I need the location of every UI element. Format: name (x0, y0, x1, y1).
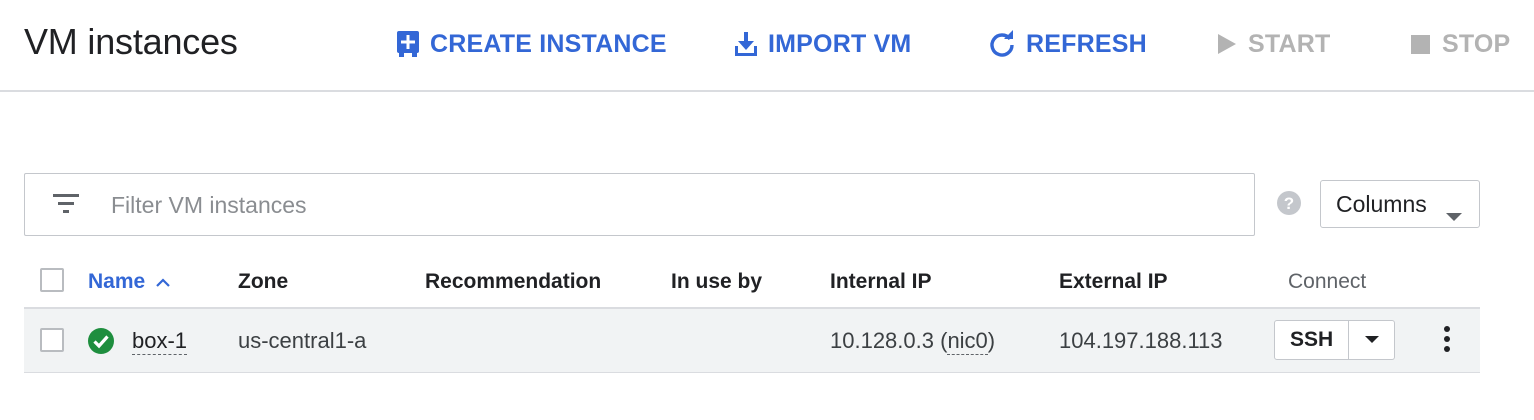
sort-ascending-icon (155, 270, 171, 294)
create-instance-button[interactable]: CREATE INSTANCE (396, 24, 667, 64)
nic-link[interactable]: nic0 (947, 328, 988, 355)
internal-ip: 10.128.0.3 (830, 328, 934, 353)
refresh-label: REFRESH (1026, 29, 1147, 58)
internal-ip-cell: 10.128.0.3 (nic0) (830, 328, 996, 355)
column-header-connect: Connect (1288, 270, 1367, 293)
nic-paren-close: ) (987, 328, 996, 353)
table-header: Name Zone Recommendation In use by Inter… (24, 252, 1480, 309)
ssh-button[interactable]: SSH (1274, 320, 1350, 360)
column-header-zone[interactable]: Zone (238, 270, 288, 294)
import-vm-label: IMPORT VM (768, 29, 912, 58)
ssh-dropdown-button[interactable] (1349, 320, 1396, 360)
row-checkbox[interactable] (40, 328, 64, 352)
svg-text:?: ? (1284, 194, 1294, 213)
filter-input[interactable] (109, 184, 1209, 226)
column-header-external-ip[interactable]: External IP (1059, 270, 1168, 294)
external-ip: 104.197.188.113 (1059, 328, 1223, 353)
toolbar: VM instances CREATE INSTANCE IMPORT VM R… (0, 0, 1534, 92)
download-icon (734, 31, 758, 57)
filter-list-icon (53, 194, 79, 219)
add-box-icon (396, 30, 420, 58)
columns-dropdown[interactable]: Columns (1320, 180, 1480, 228)
column-header-name-label: Name (88, 270, 146, 293)
row-more-button[interactable] (1432, 325, 1462, 357)
columns-label: Columns (1336, 190, 1427, 217)
instance-name: box-1 (132, 328, 188, 355)
refresh-icon (988, 30, 1016, 58)
check-circle-icon (87, 327, 115, 360)
table-row: box-1 us-central1-a 10.128.0.3 (nic0) 10… (24, 309, 1480, 373)
caret-down-icon (1446, 201, 1462, 228)
more-vert-icon (1443, 325, 1451, 358)
stop-label: STOP (1442, 29, 1511, 58)
instance-name-link[interactable]: box-1 (132, 328, 188, 355)
ssh-button-group: SSH (1274, 320, 1396, 360)
caret-down-icon (1364, 331, 1379, 349)
page-title: VM instances (24, 21, 238, 62)
help-icon[interactable]: ? (1276, 190, 1302, 221)
refresh-button[interactable]: REFRESH (988, 24, 1147, 64)
import-vm-button[interactable]: IMPORT VM (734, 24, 911, 64)
stop-icon (1410, 33, 1432, 55)
column-header-recommendation[interactable]: Recommendation (425, 270, 601, 294)
column-header-internal-ip[interactable]: Internal IP (830, 270, 932, 294)
column-header-name[interactable]: Name (88, 270, 171, 294)
column-header-in-use-by[interactable]: In use by (671, 270, 762, 294)
select-all-checkbox[interactable] (40, 268, 64, 292)
instance-zone: us-central1-a (238, 328, 367, 353)
start-button[interactable]: START (1216, 24, 1330, 64)
filter-bar (24, 173, 1255, 236)
stop-button[interactable]: STOP (1410, 24, 1510, 64)
play-icon (1216, 32, 1238, 56)
start-label: START (1248, 29, 1331, 58)
create-instance-label: CREATE INSTANCE (430, 29, 667, 58)
